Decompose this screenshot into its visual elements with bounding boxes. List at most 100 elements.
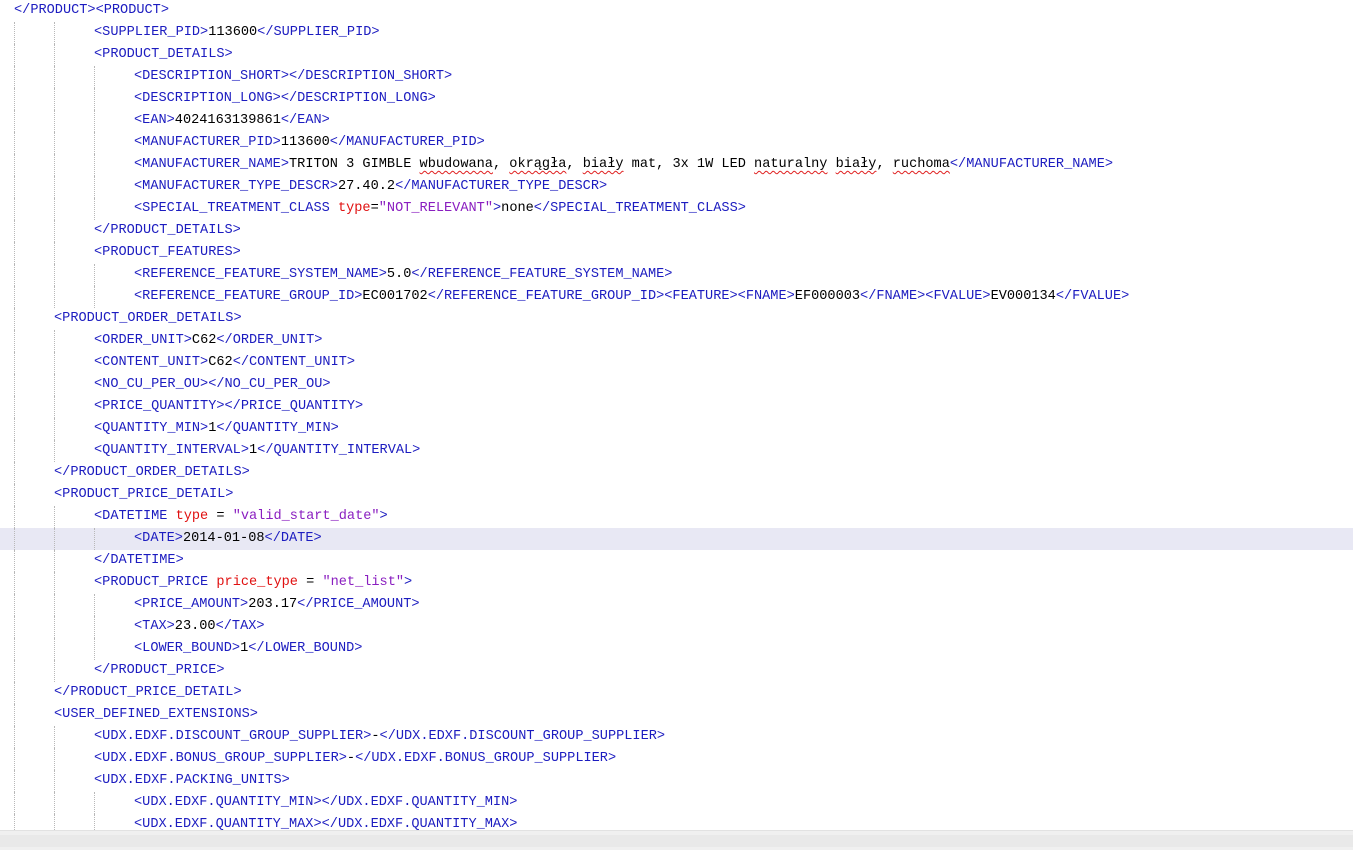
code-token: </MANUFACTURER_PID>: [329, 135, 485, 150]
indent-guide: [94, 814, 95, 830]
indent-guide: [94, 132, 95, 154]
code-line-content: <DATE>2014-01-08</DATE>: [134, 528, 322, 550]
horizontal-scrollbar[interactable]: [0, 830, 1353, 850]
code-line[interactable]: <REFERENCE_FEATURE_GROUP_ID>EC001702</RE…: [0, 286, 1353, 308]
code-line[interactable]: <MANUFACTURER_PID>113600</MANUFACTURER_P…: [0, 132, 1353, 154]
code-token: </REFERENCE_FEATURE_SYSTEM_NAME>: [411, 267, 673, 282]
indent-guide: [54, 176, 55, 198]
code-token: 1: [249, 443, 258, 458]
code-token: EF000003: [794, 289, 861, 304]
code-token: </PRICE_AMOUNT>: [297, 597, 420, 612]
code-line[interactable]: <DATETIME type = "valid_start_date">: [0, 506, 1353, 528]
indent-guide: [54, 132, 55, 154]
indent-guide: [14, 176, 15, 198]
code-token: </ORDER_UNIT>: [216, 333, 323, 348]
code-line[interactable]: <TAX>23.00</TAX>: [0, 616, 1353, 638]
code-line-content: <UDX.EDXF.QUANTITY_MAX></UDX.EDXF.QUANTI…: [134, 814, 517, 830]
code-line-content: <CONTENT_UNIT>C62</CONTENT_UNIT>: [94, 352, 355, 374]
indent-guide: [14, 462, 15, 484]
code-line[interactable]: <PRODUCT_FEATURES>: [0, 242, 1353, 264]
indent-guide: [54, 44, 55, 66]
indent-guide: [54, 374, 55, 396]
code-token: </PRODUCT><PRODUCT>: [14, 3, 169, 18]
code-token: </DATETIME>: [94, 553, 184, 568]
code-line[interactable]: <PRODUCT_DETAILS>: [0, 44, 1353, 66]
code-line[interactable]: <MANUFACTURER_TYPE_DESCR>27.40.2</MANUFA…: [0, 176, 1353, 198]
code-line[interactable]: <USER_DEFINED_EXTENSIONS>: [0, 704, 1353, 726]
code-line[interactable]: <UDX.EDXF.DISCOUNT_GROUP_SUPPLIER>-</UDX…: [0, 726, 1353, 748]
code-token: </MANUFACTURER_TYPE_DESCR>: [395, 179, 608, 194]
code-line[interactable]: <EAN>4024163139861</EAN>: [0, 110, 1353, 132]
code-token: "net_list": [322, 575, 405, 590]
code-line[interactable]: <UDX.EDXF.PACKING_UNITS>: [0, 770, 1353, 792]
code-line[interactable]: <PRODUCT_PRICE_DETAIL>: [0, 484, 1353, 506]
code-line[interactable]: <UDX.EDXF.QUANTITY_MAX></UDX.EDXF.QUANTI…: [0, 814, 1353, 830]
code-line[interactable]: </PRODUCT_PRICE_DETAIL>: [0, 682, 1353, 704]
indent-guide: [54, 418, 55, 440]
code-line[interactable]: <CONTENT_UNIT>C62</CONTENT_UNIT>: [0, 352, 1353, 374]
code-line[interactable]: <QUANTITY_MIN>1</QUANTITY_MIN>: [0, 418, 1353, 440]
code-token: type: [337, 201, 371, 216]
indent-guide: [14, 22, 15, 44]
code-line[interactable]: <PRICE_AMOUNT>203.17</PRICE_AMOUNT>: [0, 594, 1353, 616]
code-line-content: <LOWER_BOUND>1</LOWER_BOUND>: [134, 638, 362, 660]
indent-guide: [54, 110, 55, 132]
code-line-current[interactable]: <DATE>2014-01-08</DATE>: [0, 528, 1353, 550]
code-token: C62: [191, 333, 217, 348]
code-line[interactable]: </PRODUCT><PRODUCT>: [0, 0, 1353, 22]
indent-guide: [54, 660, 55, 682]
code-line-content: </PRODUCT_PRICE_DETAIL>: [54, 682, 242, 704]
code-token: >: [492, 201, 502, 216]
code-line[interactable]: <PRICE_QUANTITY></PRICE_QUANTITY>: [0, 396, 1353, 418]
code-line-content: </DATETIME>: [94, 550, 184, 572]
indent-guide: [14, 748, 15, 770]
misspelled-word: biały: [835, 157, 877, 172]
code-line[interactable]: <ORDER_UNIT>C62</ORDER_UNIT>: [0, 330, 1353, 352]
indent-guide: [14, 264, 15, 286]
code-token: 27.40.2: [337, 179, 396, 194]
code-editor[interactable]: </PRODUCT><PRODUCT> <SUPPLIER_PID>113600<…: [0, 0, 1353, 830]
code-token: =: [297, 575, 323, 590]
code-line[interactable]: <NO_CU_PER_OU></NO_CU_PER_OU>: [0, 374, 1353, 396]
indent-guide: [14, 110, 15, 132]
code-token: >: [404, 575, 413, 590]
code-token: <PRODUCT_ORDER_DETAILS>: [54, 311, 242, 326]
code-line-content: <SUPPLIER_PID>113600</SUPPLIER_PID>: [94, 22, 380, 44]
code-line[interactable]: <PRODUCT_ORDER_DETAILS>: [0, 308, 1353, 330]
code-line-content: <UDX.EDXF.PACKING_UNITS>: [94, 770, 290, 792]
indent-guide: [54, 330, 55, 352]
code-line[interactable]: <DESCRIPTION_SHORT></DESCRIPTION_SHORT>: [0, 66, 1353, 88]
indent-guide: [14, 374, 15, 396]
indent-guide: [14, 286, 15, 308]
code-line[interactable]: </PRODUCT_DETAILS>: [0, 220, 1353, 242]
misspelled-word: naturalny: [754, 157, 828, 172]
indent-guide: [14, 154, 15, 176]
code-line[interactable]: <DESCRIPTION_LONG></DESCRIPTION_LONG>: [0, 88, 1353, 110]
indent-guide: [54, 154, 55, 176]
indent-guide: [94, 88, 95, 110]
code-token: <MANUFACTURER_PID>: [134, 135, 281, 150]
code-line[interactable]: <UDX.EDXF.BONUS_GROUP_SUPPLIER>-</UDX.ED…: [0, 748, 1353, 770]
code-line[interactable]: <QUANTITY_INTERVAL>1</QUANTITY_INTERVAL>: [0, 440, 1353, 462]
code-line[interactable]: <LOWER_BOUND>1</LOWER_BOUND>: [0, 638, 1353, 660]
indent-guide: [94, 616, 95, 638]
code-line[interactable]: </PRODUCT_PRICE>: [0, 660, 1353, 682]
code-token: ,: [876, 157, 893, 172]
indent-guide: [14, 44, 15, 66]
code-line[interactable]: <REFERENCE_FEATURE_SYSTEM_NAME>5.0</REFE…: [0, 264, 1353, 286]
code-line[interactable]: <UDX.EDXF.QUANTITY_MIN></UDX.EDXF.QUANTI…: [0, 792, 1353, 814]
horizontal-scrollbar-thumb[interactable]: [0, 835, 1353, 847]
code-line[interactable]: </PRODUCT_ORDER_DETAILS>: [0, 462, 1353, 484]
code-line[interactable]: <MANUFACTURER_NAME>TRITON 3 GIMBLE wbudo…: [0, 154, 1353, 176]
code-line[interactable]: <SPECIAL_TREATMENT_CLASS type="NOT_RELEV…: [0, 198, 1353, 220]
code-line[interactable]: <SUPPLIER_PID>113600</SUPPLIER_PID>: [0, 22, 1353, 44]
code-line[interactable]: <PRODUCT_PRICE price_type = "net_list">: [0, 572, 1353, 594]
code-token: </UDX.EDXF.DISCOUNT_GROUP_SUPPLIER>: [379, 729, 666, 744]
code-line-content: <TAX>23.00</TAX>: [134, 616, 265, 638]
code-line-content: <QUANTITY_MIN>1</QUANTITY_MIN>: [94, 418, 339, 440]
code-token: C62: [208, 355, 233, 370]
code-token: </PRODUCT_PRICE_DETAIL>: [54, 685, 242, 700]
code-token: </FVALUE>: [1055, 289, 1130, 304]
code-line[interactable]: </DATETIME>: [0, 550, 1353, 572]
code-line-content: <MANUFACTURER_TYPE_DESCR>27.40.2</MANUFA…: [134, 176, 607, 198]
